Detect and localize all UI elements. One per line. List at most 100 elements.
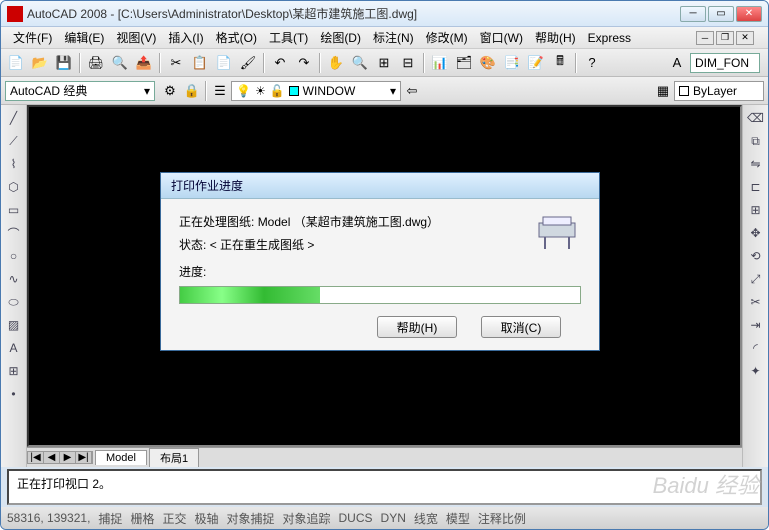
layer-combo[interactable]: 💡 ☀ 🔓 WINDOW ▾ [231,81,401,101]
text-icon[interactable]: A [3,337,25,359]
circle-icon[interactable]: ○ [3,245,25,267]
markup-icon[interactable]: 📝 [525,52,547,74]
zoom-win-icon[interactable]: ⊞ [373,52,395,74]
open-icon[interactable]: 📂 [29,52,51,74]
explode-icon[interactable]: ✦ [745,360,767,382]
copy-obj-icon[interactable]: ⧉ [745,130,767,152]
mdi-minimize-button[interactable]: ─ [696,31,714,45]
arc-icon[interactable]: ⌒ [3,222,25,244]
layer-prev-icon[interactable]: ⇦ [401,80,423,102]
zoom-icon[interactable]: 🔍 [349,52,371,74]
array-icon[interactable]: ⊞ [745,199,767,221]
trim-icon[interactable]: ✂ [745,291,767,313]
spline-icon[interactable]: ∿ [3,268,25,290]
menu-edit[interactable]: 编辑(E) [58,27,110,48]
command-line[interactable]: 正在打印视口 2。 [7,469,762,505]
layer-name: WINDOW [303,84,356,98]
status-osnap[interactable]: 对象捕捉 [226,510,274,527]
offset-icon[interactable]: ⊏ [745,176,767,198]
tab-prev-button[interactable]: ◀ [44,452,60,463]
save-icon[interactable]: 💾 [53,52,75,74]
preview-icon[interactable]: 🔍 [109,52,131,74]
hatch-icon[interactable]: ▨ [3,314,25,336]
layout-tabs: |◀ ◀ ▶ ▶| Model 布局1 [27,447,742,467]
design-center-icon[interactable]: 🗂 [453,52,475,74]
sheet-set-icon[interactable]: 📑 [501,52,523,74]
workspace-settings-icon[interactable]: ⚙ [159,80,181,102]
rect-icon[interactable]: ▭ [3,199,25,221]
status-grid[interactable]: 栅格 [130,510,154,527]
help-icon[interactable]: ? [581,52,603,74]
pan-icon[interactable]: ✋ [325,52,347,74]
scale-icon[interactable]: ⤢ [745,268,767,290]
menu-dim[interactable]: 标注(N) [367,27,420,48]
ellipse-icon[interactable]: ⬭ [3,291,25,313]
menu-insert[interactable]: 插入(I) [162,27,209,48]
lock-ui-icon[interactable]: 🔒 [181,80,203,102]
tab-model[interactable]: Model [95,450,147,465]
undo-icon[interactable]: ↶ [269,52,291,74]
calc-icon[interactable]: 🖩 [549,52,571,74]
status-snap[interactable]: 捕捉 [98,510,122,527]
status-lwt[interactable]: 线宽 [414,510,438,527]
match-icon[interactable]: 🖌 [237,52,259,74]
color-control-icon[interactable]: ▦ [652,80,674,102]
minimize-button[interactable]: ─ [680,6,706,22]
status-annoscale[interactable]: 注释比例 [478,510,526,527]
tab-last-button[interactable]: ▶| [76,452,92,463]
layer-manager-icon[interactable]: ☰ [209,80,231,102]
menu-express[interactable]: Express [582,29,637,47]
print-icon[interactable]: 🖨 [85,52,107,74]
mirror-icon[interactable]: ⇋ [745,153,767,175]
point-icon[interactable]: • [3,383,25,405]
fillet-icon[interactable]: ◜ [745,337,767,359]
menu-view[interactable]: 视图(V) [110,27,162,48]
redo-icon[interactable]: ↷ [293,52,315,74]
status-model[interactable]: 模型 [446,510,470,527]
menu-draw[interactable]: 绘图(D) [314,27,367,48]
new-icon[interactable]: 📄 [5,52,27,74]
mdi-close-button[interactable]: ✕ [736,31,754,45]
extend-icon[interactable]: ⇥ [745,314,767,336]
publish-icon[interactable]: 📤 [133,52,155,74]
copy-icon[interactable]: 📋 [189,52,211,74]
rotate-icon[interactable]: ⟲ [745,245,767,267]
cut-icon[interactable]: ✂ [165,52,187,74]
menu-window[interactable]: 窗口(W) [474,27,529,48]
status-polar[interactable]: 极轴 [194,510,218,527]
zoom-prev-icon[interactable]: ⊟ [397,52,419,74]
prop-value: ByLayer [693,84,737,98]
dim-style-combo[interactable]: DIM_FON [690,53,760,73]
status-dyn[interactable]: DYN [381,511,406,525]
tab-layout1[interactable]: 布局1 [149,448,199,467]
status-otrack[interactable]: 对象追踪 [283,510,331,527]
workspace-combo[interactable]: AutoCAD 经典 ▾ [5,81,155,101]
menu-tools[interactable]: 工具(T) [263,27,314,48]
prop-combo[interactable]: ByLayer [674,81,764,101]
cancel-button[interactable]: 取消(C) [481,316,561,338]
tool-palette-icon[interactable]: 🎨 [477,52,499,74]
draw-toolbar: ╱ ⟋ ⌇ ⬡ ▭ ⌒ ○ ∿ ⬭ ▨ A ⊞ • [1,105,27,467]
text-style-icon[interactable]: A [666,52,688,74]
table-icon[interactable]: ⊞ [3,360,25,382]
help-button[interactable]: 帮助(H) [377,316,457,338]
maximize-button[interactable]: ▭ [708,6,734,22]
erase-icon[interactable]: ⌫ [745,107,767,129]
menu-help[interactable]: 帮助(H) [529,27,582,48]
status-ducs[interactable]: DUCS [339,511,373,525]
close-button[interactable]: ✕ [736,6,762,22]
mdi-restore-button[interactable]: ❐ [716,31,734,45]
menu-file[interactable]: 文件(F) [7,27,58,48]
polygon-icon[interactable]: ⬡ [3,176,25,198]
props-icon[interactable]: 📊 [429,52,451,74]
line-icon[interactable]: ╱ [3,107,25,129]
tab-first-button[interactable]: |◀ [28,452,44,463]
tab-next-button[interactable]: ▶ [60,452,76,463]
paste-icon[interactable]: 📄 [213,52,235,74]
xline-icon[interactable]: ⟋ [3,130,25,152]
menu-format[interactable]: 格式(O) [210,27,263,48]
pline-icon[interactable]: ⌇ [3,153,25,175]
status-ortho[interactable]: 正交 [162,510,186,527]
menu-modify[interactable]: 修改(M) [420,27,474,48]
move-icon[interactable]: ✥ [745,222,767,244]
